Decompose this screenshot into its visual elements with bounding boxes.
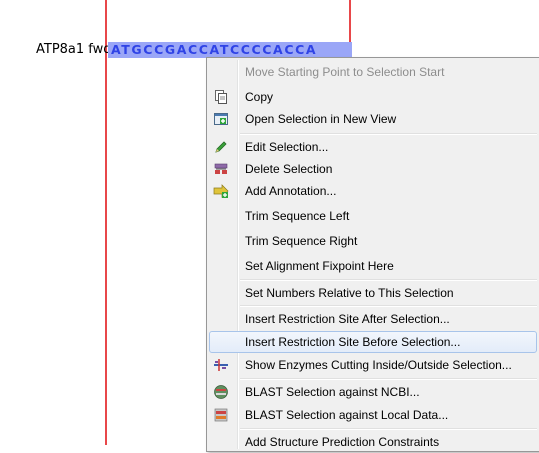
pencil-icon	[213, 139, 229, 155]
menu-item-copy[interactable]: Copy	[209, 86, 537, 108]
menu-item-label: Edit Selection...	[245, 140, 329, 154]
selected-sequence[interactable]: ATGCCGACCATCCCCACCA	[108, 42, 352, 58]
menu-item-set-alignment-fixpoint[interactable]: Set Alignment Fixpoint Here	[209, 255, 537, 277]
menu-item-label: BLAST Selection against NCBI...	[245, 385, 420, 399]
delete-selection-icon	[213, 161, 229, 177]
menu-item-blast-ncbi[interactable]: BLAST Selection against NCBI...	[209, 381, 537, 403]
menu-separator	[240, 305, 537, 307]
menu-item-insert-site-before[interactable]: Insert Restriction Site Before Selection…	[209, 331, 537, 353]
menu-item-label: Trim Sequence Right	[245, 234, 358, 248]
selection-start-marker[interactable]	[105, 0, 107, 445]
menu-item-move-starting-point: Move Starting Point to Selection Start	[209, 61, 537, 83]
menu-item-label: Add Annotation...	[245, 184, 337, 198]
menu-item-delete-selection[interactable]: Delete Selection	[209, 158, 537, 180]
menu-item-label: Insert Restriction Site Before Selection…	[245, 335, 461, 349]
menu-separator	[240, 133, 537, 135]
menu-item-add-annotation[interactable]: Add Annotation...	[209, 180, 537, 202]
menu-item-label: Add Structure Prediction Constraints	[245, 435, 440, 449]
menu-item-open-selection-new-view[interactable]: Open Selection in New View	[209, 108, 537, 130]
open-view-icon	[213, 111, 229, 127]
menu-item-label: Trim Sequence Left	[245, 209, 350, 223]
menu-separator	[240, 378, 537, 380]
menu-item-label: Insert Restriction Site After Selection.…	[245, 312, 450, 326]
menu-item-trim-right[interactable]: Trim Sequence Right	[209, 230, 537, 252]
menu-item-label: Show Enzymes Cutting Inside/Outside Sele…	[245, 358, 512, 372]
enzymes-icon	[213, 357, 229, 373]
menu-item-label: Set Numbers Relative to This Selection	[245, 286, 454, 300]
context-menu: Move Starting Point to Selection Start C…	[206, 57, 539, 452]
menu-item-label: Open Selection in New View	[245, 112, 397, 126]
menu-separator	[240, 428, 537, 430]
menu-item-label: BLAST Selection against Local Data...	[245, 408, 449, 422]
menu-item-set-numbers-relative[interactable]: Set Numbers Relative to This Selection	[209, 282, 537, 304]
menu-item-label: Copy	[245, 90, 274, 104]
menu-item-edit-selection[interactable]: Edit Selection...	[209, 136, 537, 158]
menu-separator	[240, 279, 537, 281]
menu-item-blast-local[interactable]: BLAST Selection against Local Data...	[209, 404, 537, 426]
blast-ncbi-icon	[213, 384, 229, 400]
menu-item-insert-site-after[interactable]: Insert Restriction Site After Selection.…	[209, 308, 537, 330]
menu-item-show-enzymes[interactable]: Show Enzymes Cutting Inside/Outside Sele…	[209, 354, 537, 376]
blast-local-icon	[213, 407, 229, 423]
menu-item-label: Delete Selection	[245, 162, 333, 176]
menu-item-label: Set Alignment Fixpoint Here	[245, 259, 394, 273]
add-annotation-icon	[213, 183, 229, 199]
menu-item-add-structure-constraints[interactable]: Add Structure Prediction Constraints	[209, 431, 537, 453]
copy-icon	[213, 89, 229, 105]
sequence-name-label: ATP8a1 fwd	[36, 42, 112, 57]
menu-item-trim-left[interactable]: Trim Sequence Left	[209, 205, 537, 227]
menu-item-label: Move Starting Point to Selection Start	[245, 65, 445, 79]
